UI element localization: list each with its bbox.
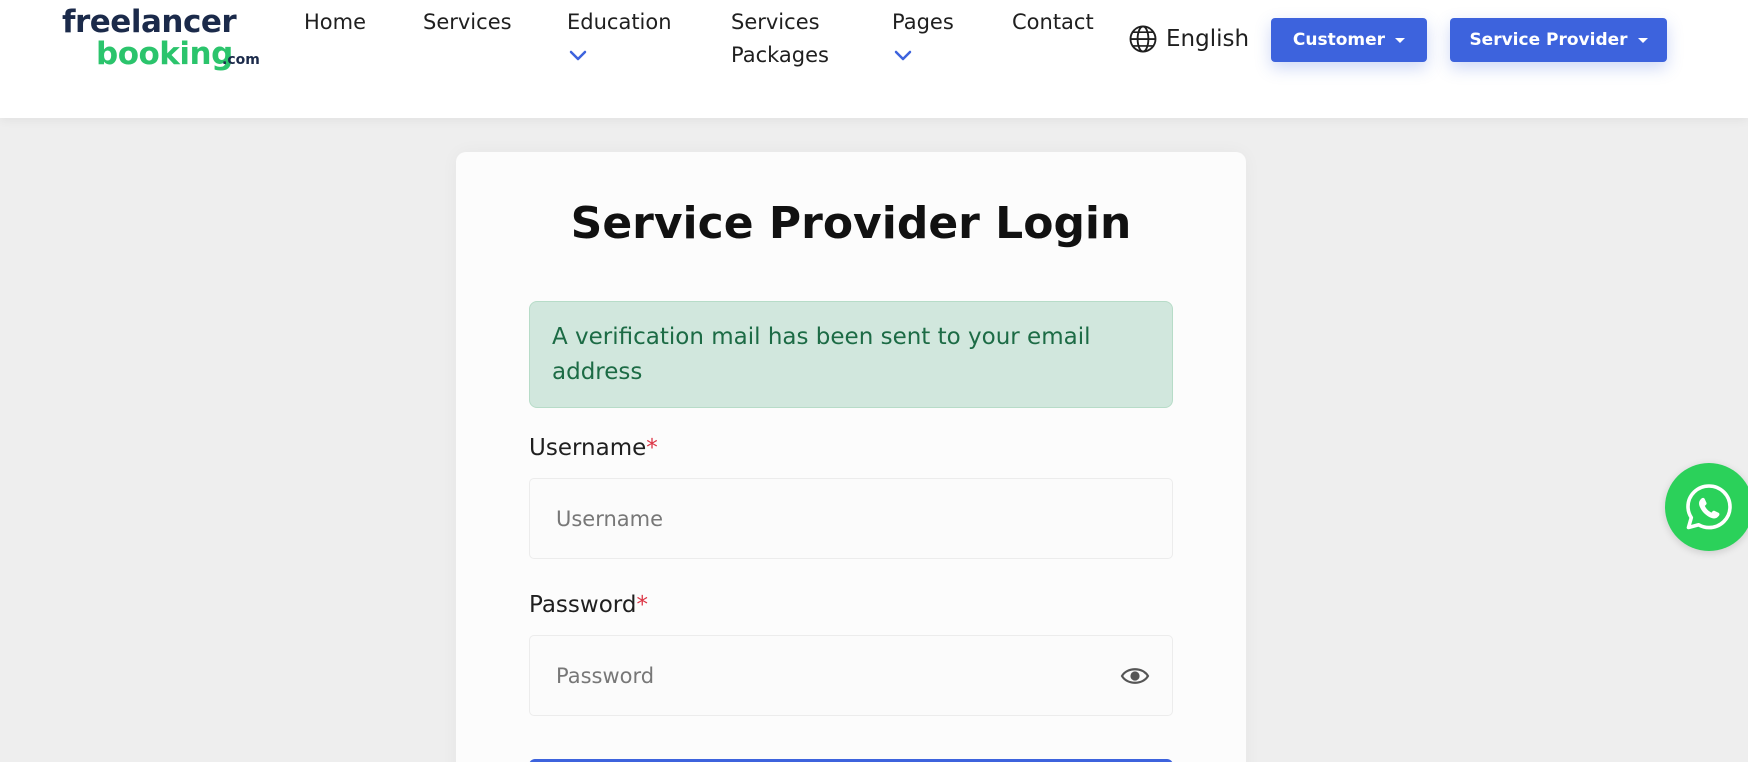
chevron-down-icon[interactable] [569,50,587,62]
username-label: Username* [529,435,658,461]
page-title: Service Provider Login [570,198,1132,249]
nav-services-packages-line2: Packages [731,43,829,67]
required-mark: * [646,435,658,461]
customer-dropdown-button[interactable]: Customer [1271,18,1427,62]
username-label-text: Username [529,435,647,461]
caret-down-icon [1637,37,1648,43]
logo[interactable]: freelancer booking .com [62,4,262,74]
nav-services-packages-line1: Services [731,10,820,34]
logo-text-booking: booking [96,36,233,72]
verification-alert: A verification mail has been sent to you… [529,301,1173,408]
nav-education[interactable]: Education [567,6,672,39]
caret-down-icon [1395,37,1406,43]
nav-services-packages[interactable]: Services Packages [731,6,829,72]
nav-home[interactable]: Home [304,6,366,39]
username-input[interactable] [529,478,1173,559]
nav-services[interactable]: Services [423,6,512,39]
required-mark: * [636,592,648,618]
password-input[interactable] [529,635,1173,716]
customer-button-label: Customer [1292,30,1386,50]
language-selector[interactable]: English [1128,22,1249,56]
globe-icon [1129,25,1157,53]
password-label-text: Password [529,592,637,618]
logo-text-com: .com [222,52,260,68]
language-label: English [1166,26,1250,52]
chevron-down-icon[interactable] [894,50,912,62]
nav-contact[interactable]: Contact [1012,6,1094,39]
logo-text-freelancer: freelancer [62,4,237,40]
service-provider-dropdown-button[interactable]: Service Provider [1450,18,1667,62]
whatsapp-icon [1686,484,1732,530]
service-provider-button-label: Service Provider [1469,30,1628,50]
site-header: freelancer booking .com Home Services Ed… [0,0,1748,118]
whatsapp-button[interactable] [1665,463,1748,551]
nav-pages[interactable]: Pages [892,6,954,39]
eye-icon[interactable] [1120,663,1150,689]
password-label: Password* [529,592,648,618]
